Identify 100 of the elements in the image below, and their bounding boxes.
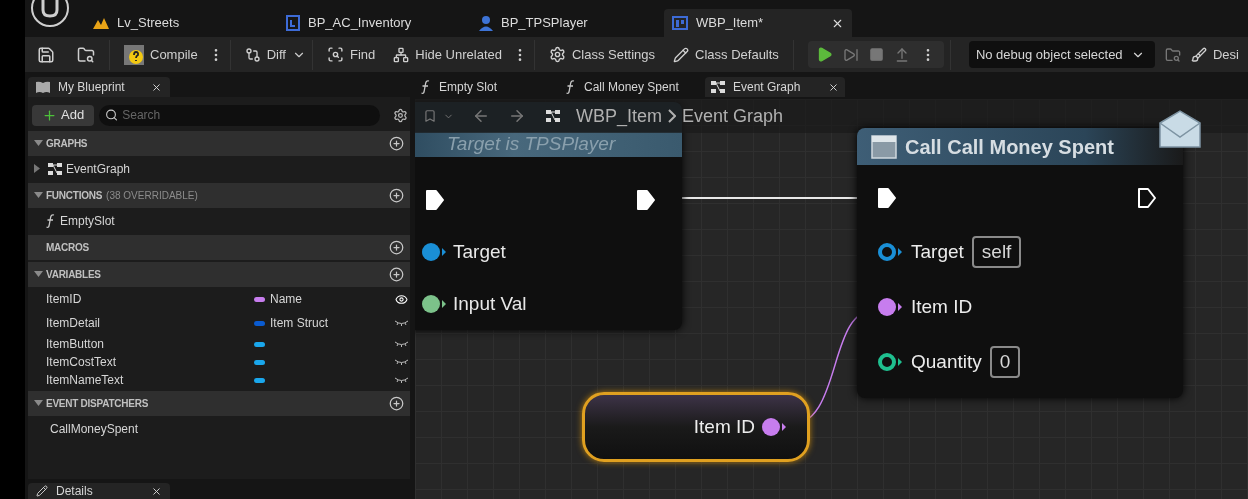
variable-name[interactable]: ItemCostText [46, 353, 254, 371]
section-title: EVENT DISPATCHERS [46, 397, 149, 411]
logo-icon[interactable] [30, 0, 70, 28]
pin-icon[interactable] [877, 297, 903, 317]
variable-name[interactable]: ItemDetail [46, 314, 254, 332]
pin-icon[interactable] [421, 242, 447, 262]
stop-icon[interactable] [868, 47, 884, 62]
breadcrumb-item[interactable]: Event Graph [682, 102, 784, 130]
pin-label: Quantity [911, 349, 982, 374]
pin-icon[interactable] [877, 242, 903, 262]
add-icon[interactable] [389, 396, 404, 411]
collapse-arrow-icon[interactable] [34, 140, 43, 147]
node-subtitle: Target is TPSPlayer [447, 132, 616, 157]
function-icon [46, 213, 56, 228]
hidden-eye-icon[interactable] [395, 359, 408, 365]
function-node[interactable]: Call Call Money Spent Target self Item ID Quantity 0 [857, 128, 1183, 398]
variable-node[interactable]: Item ID [582, 392, 810, 462]
pin-label: Item ID [911, 294, 973, 319]
forward-icon[interactable] [508, 107, 526, 125]
list-item[interactable]: EventGraph [66, 159, 131, 178]
graph-icon [711, 81, 725, 93]
editor-tab[interactable]: BP_AC_Inventory [278, 9, 461, 37]
expand-arrow-icon[interactable] [34, 164, 40, 173]
pin-value-field[interactable]: 0 [989, 346, 1021, 378]
exec-pin-icon[interactable] [1137, 187, 1157, 209]
warning-icon [124, 44, 144, 65]
bookmark-icon[interactable] [423, 109, 437, 123]
component-icon [286, 15, 300, 31]
node-title: Call Call Money Spent [905, 134, 1114, 160]
graph-tab[interactable]: Call Money Spent [560, 77, 705, 97]
pin-icon[interactable] [761, 417, 787, 437]
hide-unrelated-button[interactable]: Hide Unrelated [385, 40, 510, 69]
section-header[interactable]: GRAPHS [28, 131, 410, 156]
type-pill[interactable] [254, 296, 265, 302]
compile-button[interactable]: Compile [116, 40, 206, 69]
search-box[interactable]: Search [99, 104, 381, 126]
variable-name[interactable]: ItemButton [46, 335, 254, 353]
pin-label: Target [453, 239, 506, 264]
step-icon[interactable] [842, 46, 859, 63]
exec-pin-icon[interactable] [425, 189, 445, 211]
close-icon[interactable] [828, 81, 839, 93]
section-header[interactable]: VARIABLES [28, 262, 410, 287]
graph-canvas[interactable]: Target is TPSPlayer Target Input Val WBP_Item Event Graph Call Call Money Spent Target self Item ID Quantity 0 Item ID [415, 99, 1248, 499]
pencil-icon [673, 46, 690, 63]
class-defaults-button[interactable]: Class Defaults [665, 40, 787, 69]
add-icon[interactable] [389, 136, 404, 151]
find-button[interactable]: Find [318, 40, 384, 69]
graph-tab[interactable]: Empty Slot [415, 77, 560, 97]
editor-tab[interactable]: BP_TPSPlayer [471, 9, 654, 37]
debug-object-dropdown[interactable]: No debug object selected [968, 41, 1155, 68]
collapse-arrow-icon[interactable] [34, 271, 43, 278]
save-icon[interactable] [37, 45, 55, 64]
type-pill[interactable] [254, 359, 265, 365]
chevron-icon [668, 109, 677, 123]
settings-icon[interactable] [393, 107, 408, 123]
close-icon[interactable] [151, 485, 162, 497]
back-icon[interactable] [472, 107, 490, 125]
book-icon [36, 81, 50, 93]
hidden-eye-icon[interactable] [395, 320, 408, 326]
add-button[interactable]: Add [32, 104, 95, 126]
collapse-arrow-icon[interactable] [34, 400, 43, 407]
graph-icon [546, 110, 560, 122]
add-icon[interactable] [389, 267, 404, 282]
details-icon [36, 485, 48, 497]
pin-icon[interactable] [877, 352, 903, 372]
browse-icon[interactable] [77, 45, 95, 64]
editor-tab[interactable]: Lv_Streets [85, 9, 268, 37]
section-header[interactable]: EVENT DISPATCHERS [28, 391, 410, 416]
pin-icon[interactable] [421, 294, 447, 314]
section-header[interactable]: FUNCTIONS (38 OVERRIDABLE) [28, 183, 410, 208]
variable-name[interactable]: ItemNameText [46, 371, 254, 389]
section-title: GRAPHS [46, 137, 88, 151]
hidden-eye-icon[interactable] [395, 377, 408, 383]
collapse-arrow-icon[interactable] [34, 192, 43, 199]
editor-tab[interactable]: WBP_Item* [664, 9, 852, 37]
close-icon[interactable] [151, 81, 162, 93]
list-item[interactable]: EmptySlot [60, 211, 115, 230]
panel-tab[interactable]: My Blueprint [28, 77, 170, 97]
designer-button[interactable]: Desi [1182, 40, 1247, 69]
section-header[interactable]: MACROS [28, 235, 410, 260]
visibility-icon[interactable] [395, 292, 408, 306]
network-icon [393, 46, 410, 63]
class-settings-button[interactable]: Class Settings [540, 40, 664, 69]
panel-tab[interactable]: Details [28, 483, 170, 499]
add-icon[interactable] [389, 240, 404, 255]
type-pill[interactable] [254, 320, 265, 326]
search-field[interactable]: Search [122, 106, 375, 124]
window-icon [871, 134, 897, 159]
type-pill[interactable] [254, 377, 265, 383]
diff-button[interactable]: Diff [236, 40, 294, 69]
section-title: VARIABLES [46, 268, 101, 282]
graph-tab[interactable]: Event Graph [705, 77, 845, 97]
type-pill[interactable] [254, 341, 265, 347]
exec-pin-icon[interactable] [877, 187, 897, 209]
pin-value-field[interactable]: self [971, 236, 1022, 268]
add-icon[interactable] [389, 188, 404, 203]
exec-pin-icon[interactable] [636, 189, 656, 211]
list-item[interactable]: CallMoneySpent [50, 419, 139, 438]
variable-name[interactable]: ItemID [46, 290, 254, 308]
hidden-eye-icon[interactable] [395, 341, 408, 347]
